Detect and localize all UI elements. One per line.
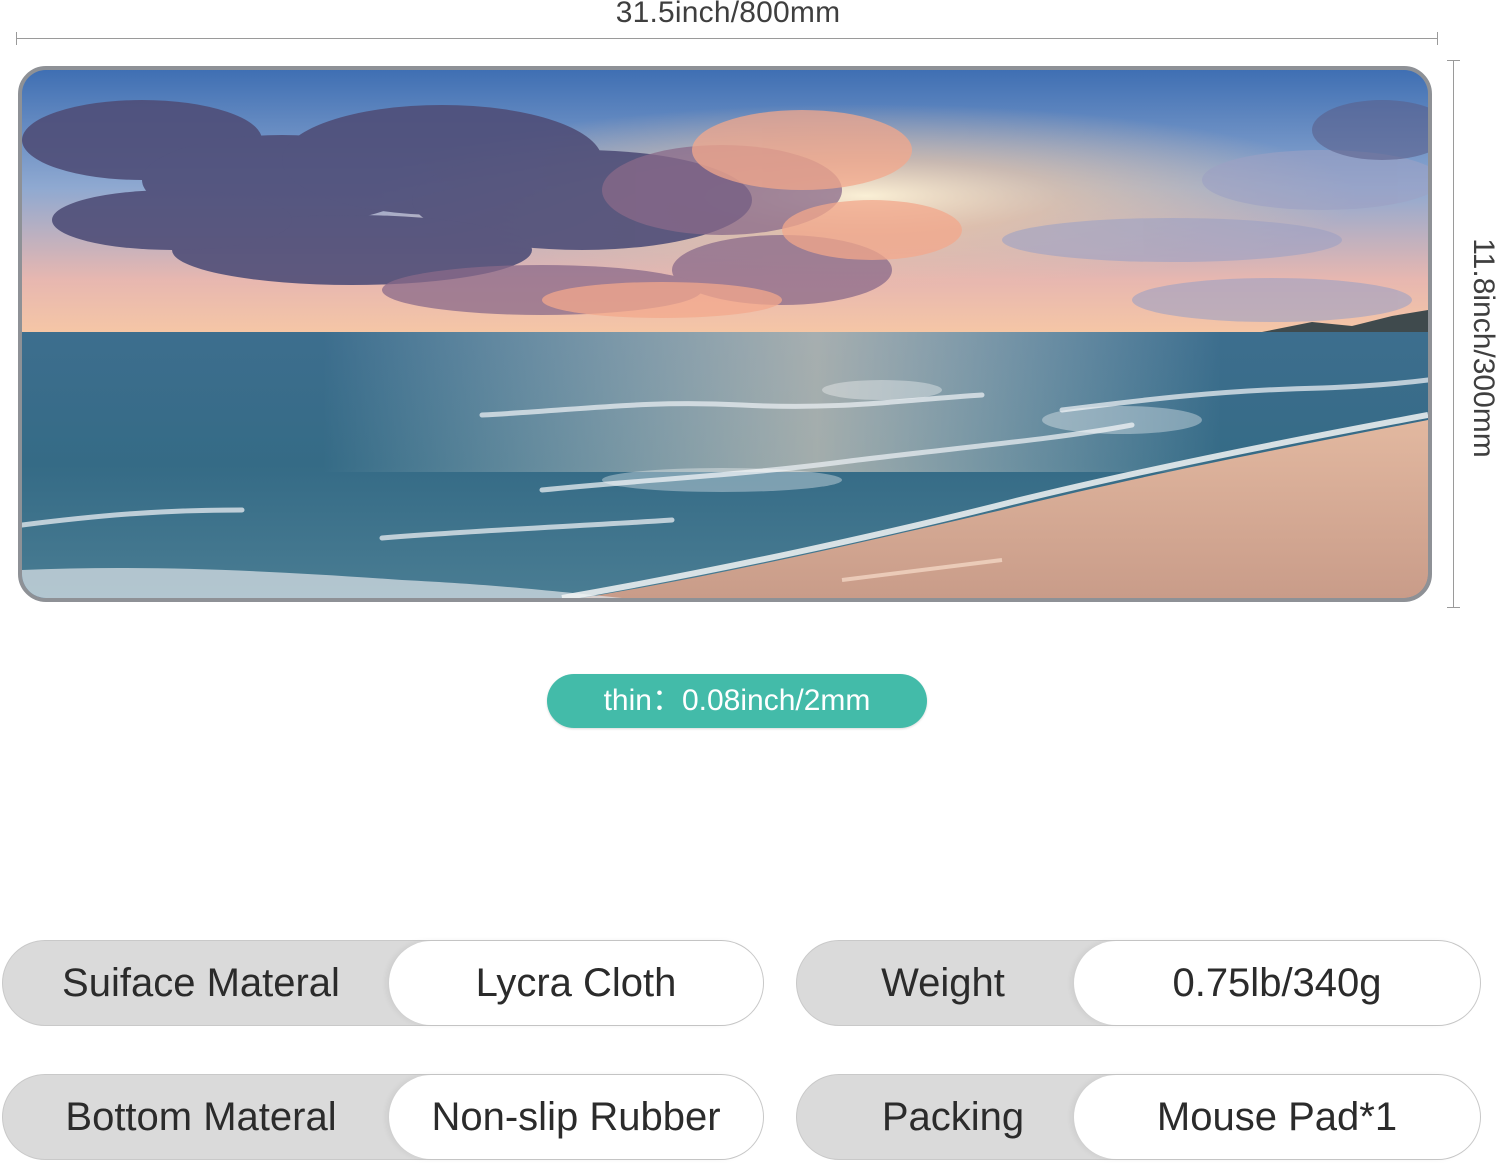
spec-row-bottom-material: Bottom Materal Non-slip Rubber (2, 1074, 764, 1160)
spec-label: Suiface Materal (62, 961, 340, 1005)
spec-label: Weight (881, 961, 1005, 1005)
spec-value: Lycra Cloth (389, 941, 763, 1025)
spec-value: Non-slip Rubber (389, 1075, 763, 1159)
width-dimension-line (16, 32, 1438, 45)
width-dimension-label: 31.5inch/800mm (615, 0, 841, 29)
mouse-pad-image (18, 66, 1432, 602)
spec-label: Packing (881, 1095, 1025, 1139)
spec-value: Mouse Pad*1 (1074, 1075, 1480, 1159)
spec-row-packing: Packing Mouse Pad*1 (796, 1074, 1481, 1160)
spec-label: Bottom Materal (65, 1095, 337, 1139)
height-dimension-line (1447, 60, 1460, 608)
spec-row-weight: Weight 0.75lb/340g (796, 940, 1481, 1026)
spec-row-surface-material: Suiface Materal Lycra Cloth (2, 940, 764, 1026)
thickness-badge: thin：0.08inch/2mm (547, 674, 927, 728)
beach-sunset-illustration (22, 70, 1428, 598)
spec-value: 0.75lb/340g (1074, 941, 1480, 1025)
height-dimension-label: 11.8inch/300mm (1467, 238, 1500, 458)
